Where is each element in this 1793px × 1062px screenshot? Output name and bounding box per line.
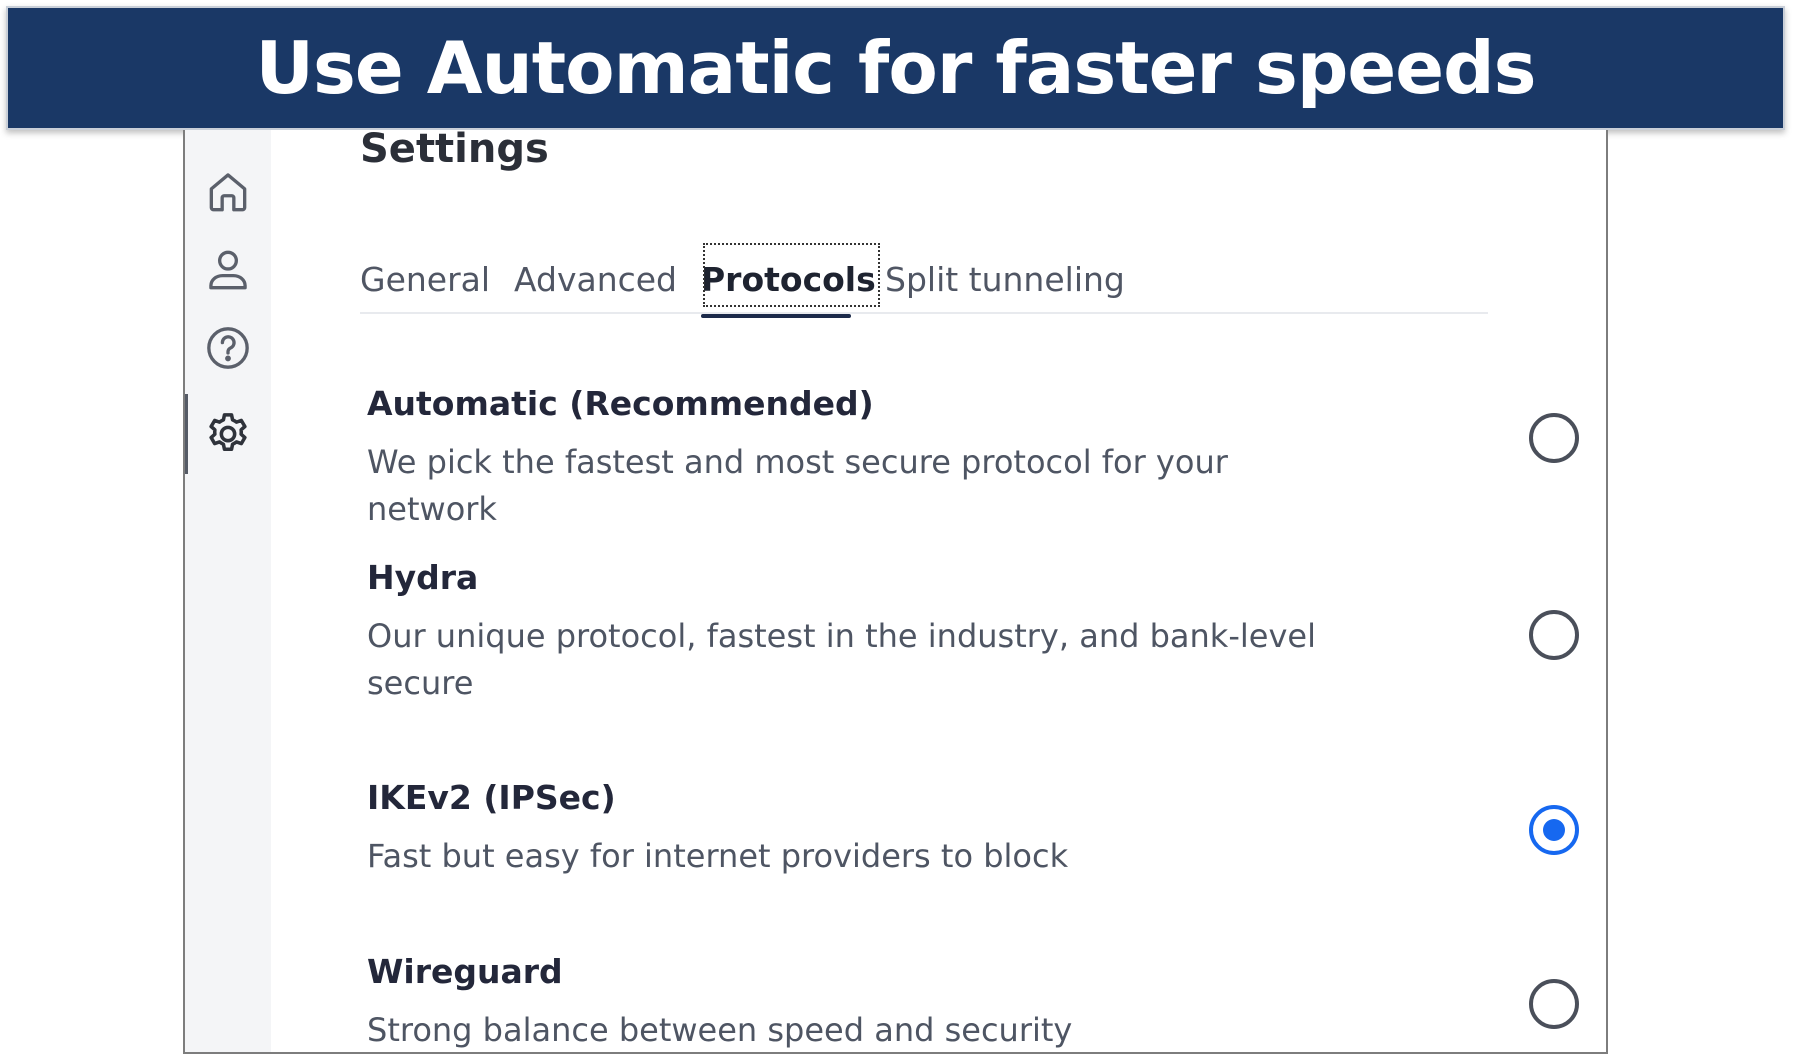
radio-selected-dot [1543, 819, 1565, 841]
protocol-description: Fast but easy for internet providers to … [367, 837, 1069, 875]
protocol-option-automatic[interactable]: Automatic (Recommended) We pick the fast… [367, 384, 1487, 533]
sidebar-item-settings[interactable] [185, 394, 271, 474]
protocol-description: Strong balance between speed and securit… [367, 1011, 1073, 1049]
tab-general[interactable]: General [360, 250, 490, 310]
protocol-title: Hydra [367, 558, 479, 597]
app-window: Settings General Advanced Protocols Spli… [183, 130, 1608, 1054]
sidebar-item-home[interactable] [185, 152, 271, 232]
title-banner: Use Automatic for faster speeds [6, 6, 1785, 130]
protocol-title: Wireguard [367, 952, 563, 991]
protocol-option-wireguard[interactable]: Wireguard Strong balance between speed a… [367, 952, 1487, 1052]
tab-protocols-label: Protocols [701, 260, 876, 299]
sidebar [185, 130, 271, 1052]
protocol-option-hydra[interactable]: Hydra Our unique protocol, fastest in th… [367, 558, 1487, 707]
page-title: Settings [360, 130, 549, 172]
settings-panel: Settings General Advanced Protocols Spli… [271, 130, 1606, 1052]
radio-hydra[interactable] [1529, 610, 1579, 660]
protocol-description: We pick the fastest and most secure prot… [367, 443, 1228, 528]
radio-automatic[interactable] [1529, 413, 1579, 463]
banner-title: Use Automatic for faster speeds [255, 26, 1537, 110]
protocol-description: Our unique protocol, fastest in the indu… [367, 617, 1316, 702]
radio-ikev2[interactable] [1529, 805, 1579, 855]
help-circle-icon [207, 327, 249, 369]
radio-wireguard[interactable] [1529, 979, 1579, 1029]
home-icon [209, 173, 247, 212]
active-tab-indicator [701, 314, 851, 318]
tab-advanced[interactable]: Advanced [514, 250, 677, 310]
protocol-title: Automatic (Recommended) [367, 384, 874, 423]
protocol-title: IKEv2 (IPSec) [367, 778, 616, 817]
settings-tabs: General Advanced Protocols Split tunneli… [360, 243, 1488, 318]
tab-protocols[interactable]: Protocols [701, 243, 880, 318]
tab-split-tunneling[interactable]: Split tunneling [885, 250, 1125, 310]
sidebar-item-help[interactable] [185, 308, 271, 388]
gear-icon [209, 413, 247, 451]
sidebar-item-account[interactable] [185, 230, 271, 310]
user-icon [209, 250, 247, 290]
protocol-option-ikev2[interactable]: IKEv2 (IPSec) Fast but easy for internet… [367, 778, 1487, 880]
